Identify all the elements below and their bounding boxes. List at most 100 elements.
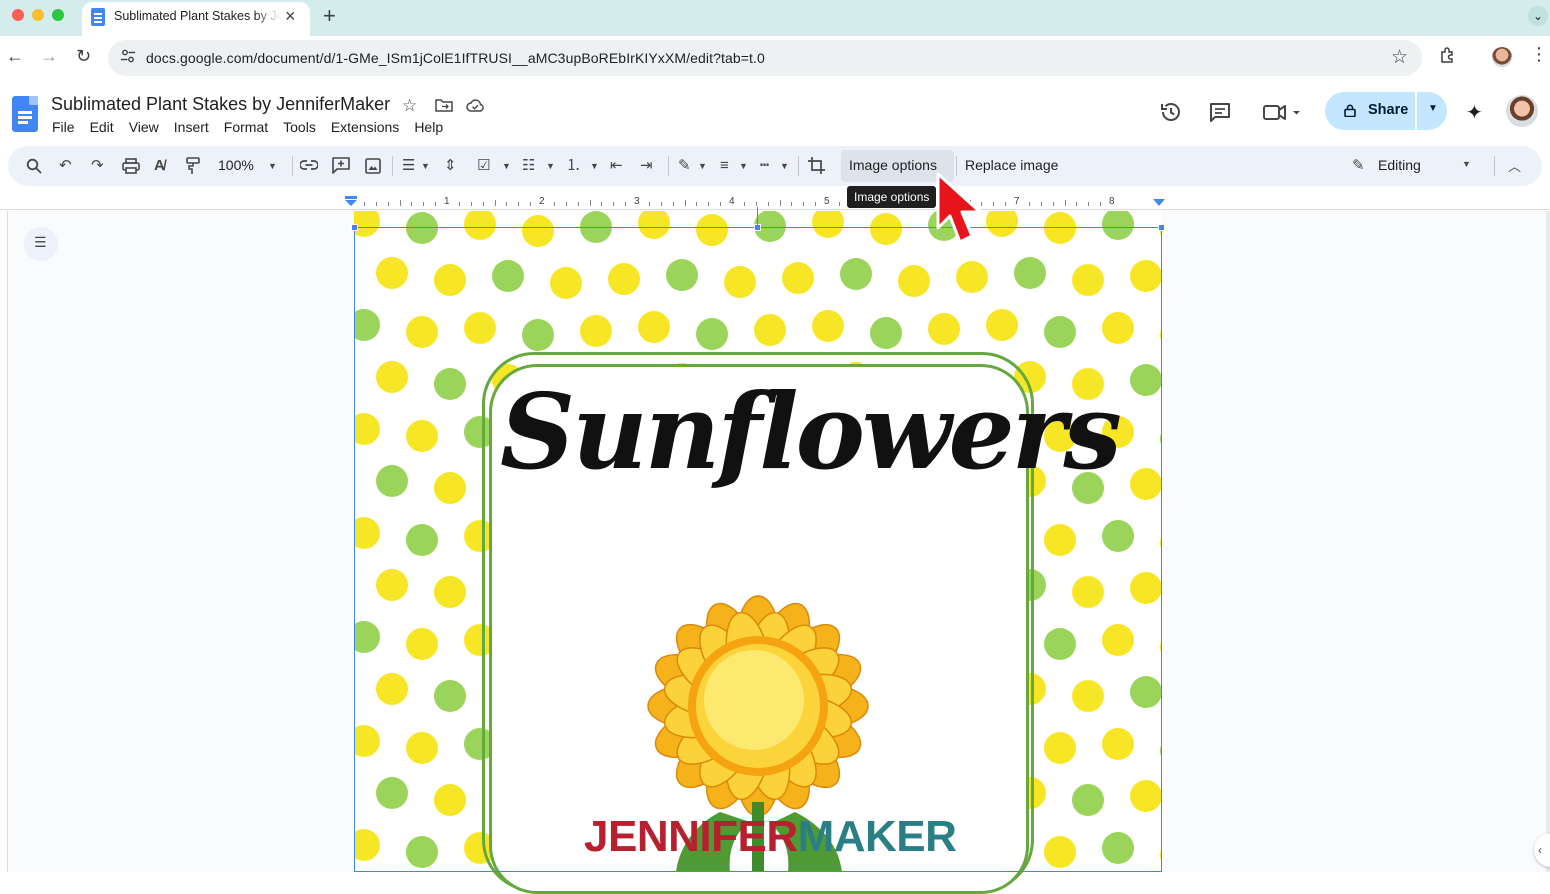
ruler-tick xyxy=(494,200,496,206)
forward-icon[interactable]: → xyxy=(40,46,58,67)
polka-dot xyxy=(1044,524,1076,556)
close-window-button[interactable] xyxy=(12,9,24,21)
border-weight-icon[interactable]: ≡ xyxy=(720,156,729,176)
redo-icon[interactable]: ↷ xyxy=(91,156,104,176)
menu-format[interactable]: Format xyxy=(224,119,268,135)
share-dropdown-icon[interactable]: ▼ xyxy=(1428,103,1438,114)
checklist-dropdown-icon[interactable]: ▼ xyxy=(502,156,511,176)
print-icon[interactable] xyxy=(122,158,140,174)
comments-icon[interactable] xyxy=(1208,100,1232,124)
back-icon[interactable]: ← xyxy=(6,46,24,67)
polka-dot xyxy=(812,211,844,238)
reload-icon[interactable]: ↻ xyxy=(76,46,91,67)
search-icon[interactable] xyxy=(26,158,42,174)
document-outline-button[interactable]: ☰ xyxy=(24,227,58,261)
numbered-dropdown-icon[interactable]: ▼ xyxy=(590,156,599,176)
tab-title: Sublimated Plant Stakes by JenniferMaker xyxy=(114,9,280,23)
menu-insert[interactable]: Insert xyxy=(174,119,209,135)
vertical-scrollbar[interactable] xyxy=(1546,211,1550,872)
polka-dot xyxy=(1130,676,1162,708)
star-icon[interactable]: ☆ xyxy=(402,96,417,116)
meet-video-icon[interactable] xyxy=(1262,100,1302,124)
ruler-tick xyxy=(815,202,817,206)
hide-menus-chevron-icon[interactable]: ︿ xyxy=(1508,156,1521,175)
editing-mode-select[interactable]: ✎ Editing ▼ xyxy=(1344,150,1484,182)
right-indent-marker[interactable] xyxy=(1153,199,1165,207)
align-dropdown-icon[interactable]: ▼ xyxy=(421,156,430,176)
browser-tab[interactable]: Sublimated Plant Stakes by JenniferMaker… xyxy=(82,2,310,36)
align-left-icon[interactable]: ☰ xyxy=(402,156,415,176)
site-settings-icon[interactable] xyxy=(120,48,136,64)
polka-dot xyxy=(1130,468,1162,500)
zoom-select[interactable]: 100% xyxy=(218,157,254,173)
browser-toolbar: ← → ↻ docs.google.com/document/d/1-GMe_I… xyxy=(0,36,1550,80)
docs-header: Sublimated Plant Stakes by JenniferMaker… xyxy=(0,80,1550,144)
bookmark-star-icon[interactable]: ☆ xyxy=(1391,46,1408,69)
border-dash-dropdown-icon[interactable]: ▼ xyxy=(780,156,789,176)
border-color-icon[interactable]: ✎ xyxy=(678,156,691,176)
left-indent-marker[interactable] xyxy=(345,196,357,206)
paint-format-icon[interactable] xyxy=(186,157,200,175)
insert-link-icon[interactable] xyxy=(300,159,318,171)
crop-image-icon[interactable] xyxy=(808,157,825,174)
polka-dot xyxy=(840,258,872,290)
new-tab-icon[interactable]: + xyxy=(323,3,336,29)
side-panel-toggle[interactable]: ‹ xyxy=(1534,833,1550,867)
account-avatar[interactable] xyxy=(1506,95,1538,127)
tab-search-icon[interactable]: ⌄ xyxy=(1528,6,1548,26)
polka-dot xyxy=(580,315,612,347)
minimize-window-button[interactable] xyxy=(32,9,44,21)
zoom-dropdown-icon[interactable]: ▼ xyxy=(268,156,277,176)
profile-avatar[interactable] xyxy=(1492,47,1512,67)
ruler-tick xyxy=(838,202,840,206)
polka-dot xyxy=(434,784,466,816)
numbered-list-icon[interactable]: ⒈ xyxy=(566,156,581,176)
resize-handle-top-right[interactable] xyxy=(1158,224,1165,231)
menu-help[interactable]: Help xyxy=(414,119,443,135)
menu-view[interactable]: View xyxy=(129,119,159,135)
menu-file[interactable]: File xyxy=(52,119,75,135)
border-color-dropdown-icon[interactable]: ▼ xyxy=(698,156,707,176)
increase-indent-icon[interactable]: ⇥ xyxy=(640,156,653,176)
menu-tools[interactable]: Tools xyxy=(283,119,316,135)
ruler-tick xyxy=(470,202,472,206)
resize-handle-top-left[interactable] xyxy=(351,224,358,231)
bullet-dropdown-icon[interactable]: ▼ xyxy=(546,156,555,176)
polka-dot xyxy=(608,263,640,295)
ruler-tick xyxy=(577,202,579,206)
spellcheck-icon[interactable]: A̸ xyxy=(154,156,165,176)
extensions-icon[interactable] xyxy=(1438,45,1458,65)
address-bar[interactable]: docs.google.com/document/d/1-GMe_ISm1jCo… xyxy=(108,40,1422,76)
docs-logo-icon[interactable] xyxy=(12,96,38,132)
checklist-icon[interactable]: ☑ xyxy=(477,156,490,176)
formatting-toolbar: ↶ ↷ A̸ 100% ▼ ☰ ▼ ⇕ ☑ ▼ ☷ ▼ ⒈ ▼ ⇤ ⇥ ✎ ▼ … xyxy=(8,146,1542,186)
move-folder-icon[interactable] xyxy=(435,98,453,112)
share-button[interactable]: Share ▼ xyxy=(1325,92,1447,130)
insert-image-icon[interactable] xyxy=(365,158,381,174)
polka-dot xyxy=(550,267,582,299)
gemini-sparkle-icon[interactable]: ✦ xyxy=(1466,100,1483,125)
ruler-number: 8 xyxy=(1109,196,1115,207)
version-history-icon[interactable] xyxy=(1159,100,1183,124)
border-weight-dropdown-icon[interactable]: ▼ xyxy=(739,156,748,176)
undo-icon[interactable]: ↶ xyxy=(59,156,72,176)
cloud-saved-icon[interactable] xyxy=(466,98,485,112)
ruler-tick xyxy=(613,202,615,206)
browser-menu-icon[interactable]: ⋮ xyxy=(1530,45,1548,63)
editing-mode-label: Editing xyxy=(1378,157,1421,173)
polka-dot xyxy=(1014,257,1046,289)
close-tab-icon[interactable]: × xyxy=(285,6,296,27)
add-comment-icon[interactable] xyxy=(332,157,350,174)
polka-dot xyxy=(928,313,960,345)
maximize-window-button[interactable] xyxy=(52,9,64,21)
polka-dot xyxy=(434,576,466,608)
resize-handle-top-center[interactable] xyxy=(754,224,761,231)
bulleted-list-icon[interactable]: ☷ xyxy=(522,156,535,176)
menu-extensions[interactable]: Extensions xyxy=(331,119,399,135)
decrease-indent-icon[interactable]: ⇤ xyxy=(610,156,623,176)
document-title[interactable]: Sublimated Plant Stakes by JenniferMaker xyxy=(51,94,390,115)
border-dash-icon[interactable]: ┅ xyxy=(760,156,769,176)
polka-dot xyxy=(434,368,466,400)
menu-edit[interactable]: Edit xyxy=(90,119,114,135)
line-spacing-icon[interactable]: ⇕ xyxy=(444,156,457,176)
